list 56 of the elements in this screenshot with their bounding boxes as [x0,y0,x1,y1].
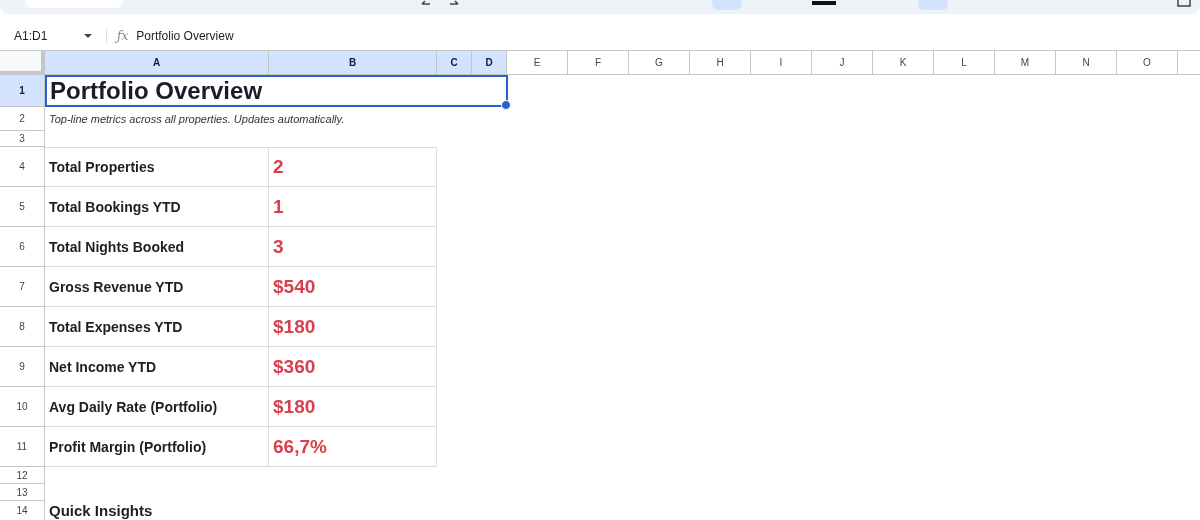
undo-icon[interactable] [420,0,432,8]
row-header[interactable]: 2 [0,107,45,131]
column-header[interactable]: G [629,51,690,74]
formula-input[interactable]: Portfolio Overview [136,29,234,43]
metric-value-cell: 1 [269,187,437,227]
metric-label-cell: Total Expenses YTD [45,307,269,347]
row-header[interactable]: 5 [0,187,45,227]
redo-icon[interactable] [448,0,460,8]
column-header[interactable]: B [269,51,437,74]
metric-label-cell: Net Income YTD [45,347,269,387]
row-header[interactable]: 12 [0,467,45,484]
row-header[interactable]: 7 [0,267,45,307]
text-color-icon[interactable] [812,1,836,5]
column-header[interactable]: M [995,51,1056,74]
column-header[interactable]: D [472,51,507,74]
metric-value-cell: $180 [269,387,437,427]
title-cell[interactable]: Portfolio Overview [45,75,508,107]
metric-label-cell: Avg Daily Rate (Portfolio) [45,387,269,427]
metric-value-cell: $540 [269,267,437,307]
fill-handle[interactable] [501,100,511,110]
metric-label-cell: Gross Revenue YTD [45,267,269,307]
section-heading: Quick Insights [48,501,153,520]
column-header[interactable]: E [507,51,568,74]
metric-label-cell: Total Properties [45,147,269,187]
metric-label-cell: Profit Margin (Portfolio) [45,427,269,467]
column-header[interactable]: I [751,51,812,74]
column-header[interactable]: K [873,51,934,74]
name-box[interactable]: A1:D1 [0,29,84,43]
row-header[interactable]: 13 [0,484,45,501]
metric-value-cell: 2 [269,147,437,187]
column-header[interactable]: H [690,51,751,74]
metric-label-cell: Total Bookings YTD [45,187,269,227]
column-header[interactable]: C [437,51,472,74]
column-header[interactable]: F [568,51,629,74]
row-header[interactable]: 11 [0,427,45,467]
column-header[interactable]: O [1117,51,1178,74]
metric-value-cell: 3 [269,227,437,267]
column-header[interactable]: N [1056,51,1117,74]
row-header[interactable]: 10 [0,387,45,427]
metric-label-cell: Total Nights Booked [45,227,269,267]
row-header[interactable]: 6 [0,227,45,267]
column-header[interactable]: A [45,51,269,74]
metric-value-cell: 66,7% [269,427,437,467]
caret-icon[interactable] [84,34,92,38]
row-header[interactable]: 3 [0,131,45,147]
column-header[interactable]: L [934,51,995,74]
row-header[interactable]: 14 [0,501,45,520]
row-header[interactable]: 1 [0,75,45,107]
metric-value-cell: $360 [269,347,437,387]
sheet-title: Portfolio Overview [50,77,263,105]
row-header[interactable]: 9 [0,347,45,387]
column-header[interactable]: J [812,51,873,74]
subtitle-text: Top-line metrics across all properties. Updates automatically. [48,113,345,125]
metric-value-cell: $180 [269,307,437,347]
row-header[interactable]: 4 [0,147,45,187]
row-header[interactable]: 8 [0,307,45,347]
